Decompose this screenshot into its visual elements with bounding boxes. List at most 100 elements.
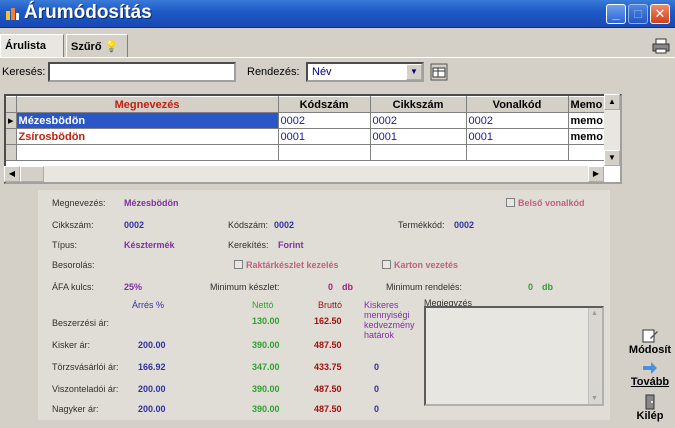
price-net: 390.00	[252, 340, 280, 350]
price-gross: 162.50	[314, 316, 342, 326]
rounding-label: Kerekítés:	[228, 240, 269, 250]
exit-label: Kilép	[636, 410, 664, 422]
maximize-icon: □	[634, 6, 642, 21]
next-button[interactable]: Tovább	[628, 358, 672, 396]
price-limit: 0	[374, 404, 380, 414]
price-label: Beszerzési ár:	[52, 318, 110, 328]
note-textarea[interactable]: ▲ ▼	[424, 306, 604, 406]
table-row[interactable]: ▸ Mézesbödön 0002 0002 0002 memo	[6, 112, 609, 129]
cell-barcode[interactable]: 0002	[466, 112, 569, 129]
min-order-unit: db	[542, 282, 553, 292]
markup-header: Árrés %	[132, 300, 165, 310]
search-label: Keresés:	[2, 66, 46, 78]
column-header-memo[interactable]: Memo	[568, 96, 609, 113]
code-value: 0002	[274, 220, 295, 230]
code-label: Kódszám:	[228, 220, 269, 230]
price-gross: 487.50	[314, 384, 342, 394]
price-gross: 487.50	[314, 404, 342, 414]
checkbox-icon	[506, 198, 515, 207]
chevron-down-icon[interactable]: ▼	[406, 64, 422, 80]
row-indicator-header	[6, 96, 17, 113]
tab-label: Szűrő	[71, 41, 102, 53]
printer-icon[interactable]	[652, 38, 670, 54]
scroll-up-icon[interactable]: ▲	[591, 310, 598, 317]
tab-szuro[interactable]: Szűrő 💡	[66, 34, 128, 58]
cell-memo[interactable]: memo	[568, 128, 609, 145]
grid-header-row: Megnevezés Kódszám Cikkszám Vonalkód Mem…	[6, 96, 609, 113]
carton-checkbox[interactable]: Karton vezetés	[382, 260, 458, 270]
scroll-down-icon[interactable]: ▼	[604, 150, 620, 166]
sku-label: Cikkszám:	[52, 220, 94, 230]
app-icon	[6, 8, 19, 20]
checkbox-label: Raktárkészlet kezelés	[246, 260, 339, 270]
note-scrollbar[interactable]: ▲ ▼	[588, 308, 602, 404]
column-header-megnevezes[interactable]: Megnevezés	[16, 96, 279, 113]
cell-memo[interactable]: memo	[568, 112, 609, 129]
stock-management-checkbox[interactable]: Raktárkészlet kezelés	[234, 260, 339, 270]
modify-label: Módosít	[628, 344, 672, 356]
search-input[interactable]	[48, 62, 236, 82]
scroll-up-icon[interactable]: ▲	[604, 94, 620, 110]
window-title: Árumódosítás	[24, 2, 152, 23]
table-view-icon[interactable]	[430, 63, 448, 81]
min-order-label: Minimum rendelés:	[386, 282, 463, 292]
cell-name[interactable]: Zsírosbödön	[16, 128, 279, 145]
scroll-left-icon[interactable]: ◀	[4, 166, 20, 182]
maximize-button[interactable]: □	[628, 4, 648, 24]
price-net: 130.00	[252, 316, 280, 326]
column-header-vonalkod[interactable]: Vonalkód	[466, 96, 569, 113]
minimize-button[interactable]: _	[606, 4, 626, 24]
scroll-thumb[interactable]	[20, 166, 44, 182]
horizontal-scrollbar[interactable]: ◀ ▶	[4, 166, 604, 182]
detail-panel: Megnevezés: Mézesbödön Belső vonalkód Ci…	[38, 190, 610, 420]
checkbox-icon	[382, 260, 391, 269]
next-label: Tovább	[630, 376, 670, 388]
tab-arulista[interactable]: Árulista	[0, 34, 64, 58]
cell-name[interactable]: Mézesbödön	[16, 112, 279, 129]
checkbox-label: Karton vezetés	[394, 260, 459, 270]
tab-label: Árulista	[5, 40, 46, 52]
checkbox-icon	[234, 260, 243, 269]
minimize-icon: _	[612, 6, 620, 21]
price-label: Nagyker ár:	[52, 404, 99, 414]
price-net: 347.00	[252, 362, 280, 372]
price-limit: 0	[374, 384, 380, 394]
sort-select[interactable]: Név ▼	[306, 62, 424, 82]
vertical-scrollbar[interactable]: ▲ ▼	[604, 94, 620, 166]
close-button[interactable]: ✕	[650, 4, 670, 24]
edit-icon	[642, 329, 658, 343]
price-markup: 200.00	[138, 404, 166, 414]
close-icon: ✕	[654, 6, 666, 21]
rounding-value: Forint	[278, 240, 304, 250]
price-label: Törzsvásárlói ár:	[52, 362, 119, 372]
vat-value: 25%	[124, 282, 143, 292]
cell-code[interactable]: 0001	[278, 128, 371, 145]
cell-barcode[interactable]: 0001	[466, 128, 569, 145]
price-gross: 433.75	[314, 362, 342, 372]
tab-divider	[0, 57, 675, 58]
name-label: Megnevezés:	[52, 198, 106, 208]
retail-qty-discount-label: Kiskeres mennyiségi kedvezmény határok	[364, 300, 415, 340]
internal-barcode-checkbox[interactable]: Belső vonalkód	[506, 198, 585, 208]
gross-header: Bruttó	[318, 300, 343, 310]
lightbulb-icon: 💡	[104, 41, 119, 53]
scroll-right-icon[interactable]: ▶	[588, 166, 604, 182]
min-stock-label: Minimum készlet:	[210, 282, 280, 292]
exit-button[interactable]: Kilép	[628, 392, 672, 428]
price-markup: 200.00	[138, 384, 166, 394]
scroll-down-icon[interactable]: ▼	[591, 395, 598, 402]
vat-label: ÁFA kulcs:	[52, 282, 95, 292]
cell-sku[interactable]: 0001	[370, 128, 467, 145]
cell-sku[interactable]: 0002	[370, 112, 467, 129]
price-limit: 0	[374, 362, 380, 372]
table-row[interactable]: Zsírosbödön 0001 0001 0001 memo	[6, 128, 609, 145]
sort-selected-value: Név	[312, 66, 332, 78]
price-net: 390.00	[252, 384, 280, 394]
column-header-cikkszam[interactable]: Cikkszám	[370, 96, 467, 113]
price-markup: 166.92	[138, 362, 166, 372]
cell-code[interactable]: 0002	[278, 112, 371, 129]
min-order-value: 0	[528, 282, 534, 292]
type-label: Típus:	[52, 240, 78, 250]
column-header-kodszam[interactable]: Kódszám	[278, 96, 371, 113]
classification-label: Besorolás:	[52, 260, 95, 270]
